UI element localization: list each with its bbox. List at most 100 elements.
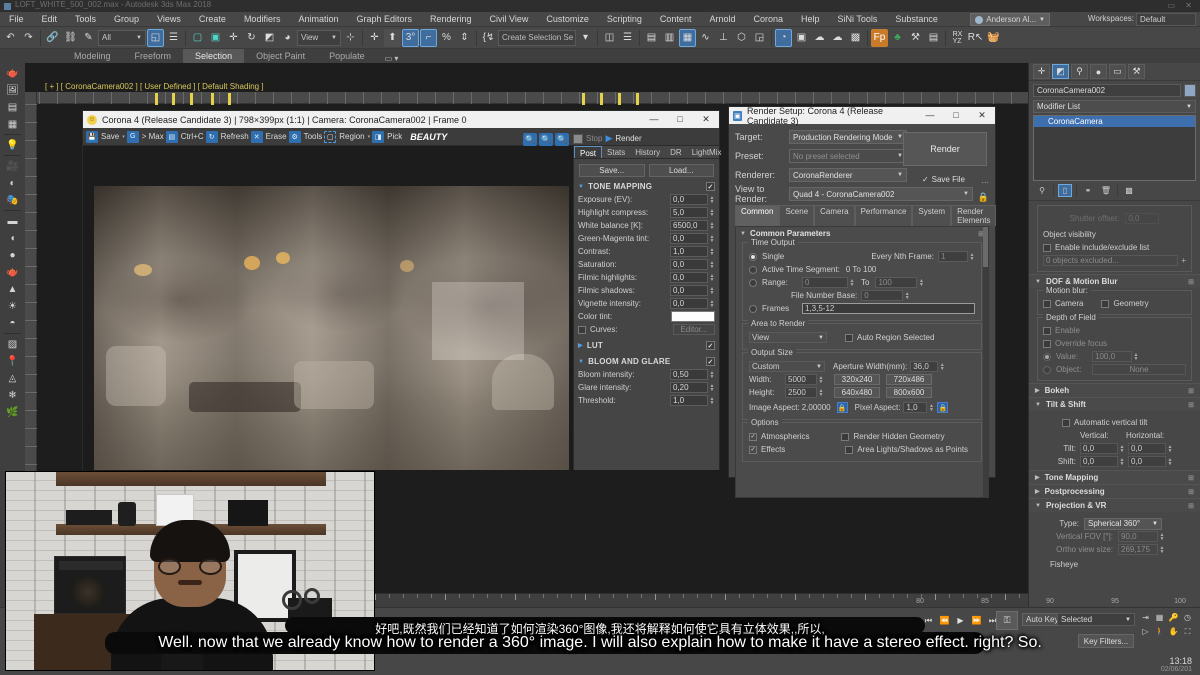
show-end-result-icon[interactable]: ▯ — [1058, 184, 1072, 197]
menu-item-group[interactable]: Group — [105, 12, 148, 27]
target-select[interactable]: Production Rendering Mode ▼ — [789, 130, 907, 144]
modifier-list-select[interactable]: Modifier List ▼ — [1033, 100, 1196, 113]
file-number-input[interactable]: 0 — [861, 290, 904, 301]
menu-item-create[interactable]: Create — [190, 12, 235, 27]
pin-icon[interactable]: 📍 — [3, 353, 22, 369]
sphere-half-icon[interactable]: ◐ — [3, 175, 22, 191]
preset-320x240-button[interactable]: 320x240 — [834, 374, 880, 385]
user-account-button[interactable]: Anderson Al... ▼ — [970, 13, 1050, 26]
align-icon[interactable]: ✛ — [366, 29, 383, 47]
redo-icon[interactable]: ↷ — [20, 29, 37, 47]
pin-icon[interactable]: ⊞ — [1188, 401, 1194, 409]
single-radio[interactable] — [749, 252, 757, 261]
pin-icon[interactable]: ⊞ — [1188, 474, 1194, 482]
glare-intensity-spinner[interactable]: ▲ ▼ — [709, 382, 715, 393]
tilt-horizontal-input[interactable]: 0,0 — [1128, 443, 1166, 454]
vfb-save-button[interactable]: 💾 Save ▾ — [86, 130, 125, 143]
atmospherics-checkbox[interactable]: ✓ — [749, 432, 757, 441]
tilt-horizontal-spinner[interactable]: ▲ ▼ — [1167, 443, 1173, 454]
vfb-erase-button[interactable]: ✕ Erase — [250, 130, 287, 143]
filmic-shadows-spinner[interactable]: ▲ ▼ — [709, 285, 715, 296]
object-color-swatch[interactable] — [1184, 84, 1196, 97]
every-nth-spinner[interactable]: ▲ ▼ — [969, 251, 975, 262]
pin-icon[interactable]: ⊞ — [1188, 278, 1194, 286]
menu-item-civil-view[interactable]: Civil View — [481, 12, 538, 27]
vfb-save-preset-button[interactable]: Save... — [579, 164, 645, 177]
bloom-intensity-spinner[interactable]: ▲ ▼ — [709, 369, 715, 380]
layers-icon[interactable]: ▨ — [3, 336, 22, 352]
grass-icon[interactable]: 🌿 — [3, 404, 22, 420]
tilt-vertical-spinner[interactable]: ▲ ▼ — [1119, 443, 1125, 454]
spinner-snap-icon[interactable]: % — [438, 29, 455, 47]
object-name-input[interactable]: CoronaCamera002 — [1033, 84, 1181, 97]
area-to-render-select[interactable]: View ▼ — [749, 332, 827, 343]
menu-item-modifiers[interactable]: Modifiers — [235, 12, 290, 27]
utilities-icon[interactable]: ⚒ — [907, 29, 924, 47]
mirror-icon[interactable]: ◫ — [601, 29, 618, 47]
cone-material-icon[interactable]: ▲ — [3, 281, 22, 297]
excluded-objects-field[interactable]: 0 objects excluded... — [1043, 255, 1179, 266]
shift-vertical-spinner[interactable]: ▲ ▼ — [1119, 456, 1125, 467]
height-input[interactable]: 2500 — [785, 387, 817, 398]
pixel-aspect-lock-icon[interactable]: 🔒 — [937, 402, 949, 413]
effects-checkbox[interactable]: ✓ — [749, 445, 757, 454]
sun-icon[interactable]: ☀ — [3, 298, 22, 314]
vertical-fov-input[interactable]: 90,0 — [1118, 531, 1158, 542]
link-icon[interactable]: 🔗 — [44, 29, 61, 47]
rs-tab-camera[interactable]: Camera — [814, 205, 855, 226]
bloom-rollout-header[interactable]: ▼ BLOOM AND GLARE ✓ — [574, 355, 719, 368]
light-icon[interactable]: 💡 — [3, 137, 22, 153]
threshold-spinner[interactable]: ▲ ▼ — [709, 395, 715, 406]
window-controls[interactable]: ▭ ✕ — [1168, 1, 1196, 10]
edit-named-selection-icon[interactable]: {↯ — [480, 29, 497, 47]
reference-coordinate-select[interactable]: View ▼ — [297, 29, 341, 46]
tone-mapping-checkbox[interactable]: ✓ — [706, 182, 715, 191]
vfb-render-label[interactable]: Render — [615, 134, 641, 143]
render-setup-icon[interactable]: ◔ — [775, 28, 792, 47]
vfb-tab-history[interactable]: History — [630, 146, 665, 158]
scrollbar-thumb[interactable] — [983, 227, 988, 267]
schematic-view-icon[interactable]: ⊥ — [715, 29, 732, 47]
output-size-preset-select[interactable]: Custom ▼ — [749, 361, 825, 372]
contrast-input[interactable]: 1,0 — [670, 246, 708, 257]
menu-item-views[interactable]: Views — [148, 12, 190, 27]
menu-item-scripting[interactable]: Scripting — [598, 12, 651, 27]
layer-manager-icon[interactable]: ▤ — [643, 29, 660, 47]
menu-item-graph-editors[interactable]: Graph Editors — [347, 12, 421, 27]
shift-vertical-input[interactable]: 0,0 — [1080, 456, 1118, 467]
height-spinner[interactable]: ▲ ▼ — [818, 387, 824, 398]
menu-item-arnold[interactable]: Arnold — [700, 12, 744, 27]
green-magenta-spinner[interactable]: ▲ ▼ — [709, 233, 715, 244]
pin-icon[interactable]: ⊞ — [1188, 488, 1194, 496]
aperture-spinner[interactable]: ▲ ▼ — [939, 361, 945, 372]
key-mode-icon[interactable]: 🔑 — [1168, 612, 1179, 623]
dof-override-checkbox[interactable] — [1043, 339, 1051, 348]
snap-toggle-icon[interactable]: ⬆ — [384, 28, 401, 47]
vfb-pick-button[interactable]: ◨ Pick — [372, 130, 402, 143]
rect-select-icon[interactable]: ▢ — [189, 29, 206, 47]
area-lights-checkbox[interactable] — [845, 445, 854, 454]
zoom-fit-icon[interactable]: 🔍 — [555, 133, 569, 146]
rs-tab-system[interactable]: System — [912, 205, 952, 226]
vertical-fov-spinner[interactable]: ▲ ▼ — [1159, 531, 1165, 542]
vignette-input[interactable]: 0,0 — [670, 298, 708, 309]
rs-tab-performance[interactable]: Performance — [854, 205, 913, 226]
shift-horizontal-input[interactable]: 0,0 — [1128, 456, 1166, 467]
lut-rollout-header[interactable]: ▶ LUT ✓ — [574, 339, 719, 352]
vfb-tab-dr[interactable]: DR — [665, 146, 687, 158]
tab-modeling[interactable]: Modeling — [62, 49, 123, 63]
use-pivot-icon[interactable]: ⊹ — [342, 29, 359, 47]
curve-editor-icon[interactable]: ∿ — [697, 29, 714, 47]
lut-checkbox[interactable]: ✓ — [706, 341, 715, 350]
vfb-maximize-button[interactable]: □ — [667, 114, 693, 125]
tone-mapping-rollout-header[interactable]: ▼ TONE MAPPING ✓ — [574, 180, 719, 193]
tab-populate[interactable]: Populate — [317, 49, 377, 63]
include-exclude-checkbox[interactable] — [1043, 243, 1051, 252]
bind-space-warp-icon[interactable]: ✎ — [80, 29, 97, 47]
mesh-icon[interactable]: ◬ — [3, 370, 22, 386]
bind-icon[interactable]: ▦ — [1154, 612, 1165, 623]
pixel-aspect-input[interactable]: 1,0 — [903, 402, 928, 413]
vfb-load-preset-button[interactable]: Load... — [648, 164, 714, 177]
placement-icon[interactable]: ◕ — [279, 29, 296, 47]
image-aspect-lock-icon[interactable]: 🔒 — [836, 402, 848, 413]
